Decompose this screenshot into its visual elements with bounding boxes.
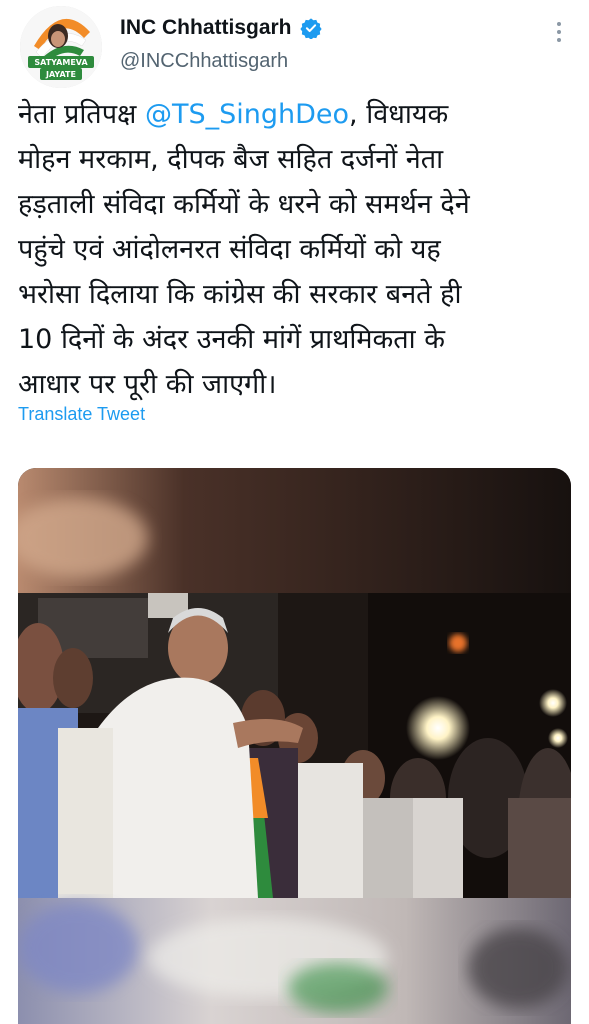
display-name[interactable]: INC Chhattisgarh [120,16,292,40]
author-name-row[interactable]: INC Chhattisgarh [120,16,322,40]
account-handle[interactable]: @INCChhattisgarh [120,50,288,73]
inc-logo-image: SATYAMEVA JAYATE [20,6,102,88]
avatar-text-line1: SATYAMEVA [34,58,88,67]
tweet-line-3: हड़ताली संविदा कर्मियों के धरने को समर्थ… [18,189,470,220]
tweet-line1-pre: नेता प्रतिपक्ष [18,99,145,130]
avatar[interactable]: SATYAMEVA JAYATE [20,6,102,88]
verified-badge-icon [299,18,322,39]
tweet-media-video[interactable] [18,468,571,1024]
video-frame-image [18,468,571,1024]
tweet-line-2: मोहन मरकाम, दीपक बैज सहित दर्जनों नेता [18,144,444,175]
tweet-line-5: भरोसा दिलाया कि कांग्रेस की सरकार बनते ह… [18,279,462,310]
more-options-icon[interactable] [547,20,571,44]
mention-link[interactable]: @TS_SinghDeo [145,99,349,130]
tweet-line-7: आधार पर पूरी की जाएगी। [18,369,277,400]
tweet-line-1: नेता प्रतिपक्ष @TS_SinghDeo, विधायक [18,92,574,137]
tweet-text: नेता प्रतिपक्ष @TS_SinghDeo, विधायक मोहन… [18,92,574,407]
tweet-line-4: पहुंचे एवं आंदोलनरत संविदा कर्मियों को य… [18,234,441,265]
tweet-line-6: 10 दिनों के अंदर उनकी मांगें प्राथमिकता … [18,324,445,355]
translate-tweet-link[interactable]: Translate Tweet [18,404,145,425]
tweet-line1-post: , विधायक [349,99,449,130]
avatar-text-line2: JAYATE [45,70,76,79]
